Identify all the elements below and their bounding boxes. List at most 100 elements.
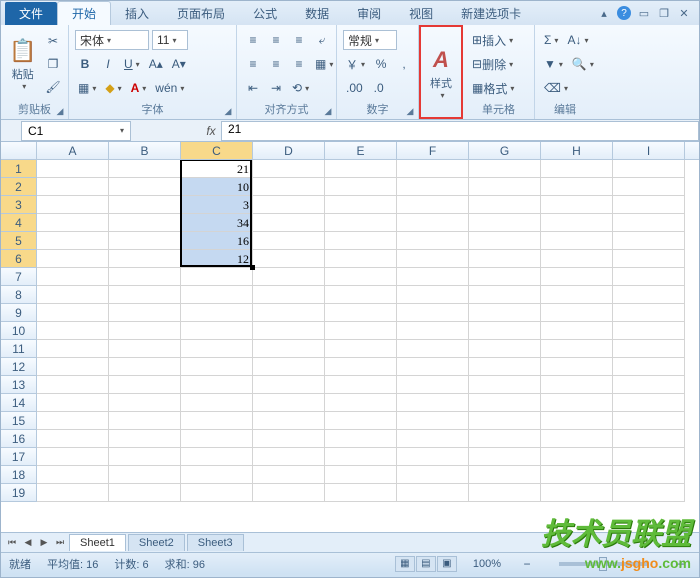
percent-button[interactable]: %: [371, 54, 391, 74]
cell[interactable]: [181, 448, 253, 466]
cell[interactable]: [613, 484, 685, 502]
name-box[interactable]: C1 ▾: [21, 121, 131, 141]
sheet-tab[interactable]: Sheet2: [128, 534, 185, 551]
format-painter-button[interactable]: 🖌: [42, 77, 63, 97]
fill-button[interactable]: ▼▾: [541, 54, 566, 74]
cell[interactable]: [541, 340, 613, 358]
cell[interactable]: [253, 196, 325, 214]
cell[interactable]: [181, 412, 253, 430]
cell[interactable]: [109, 304, 181, 322]
cell[interactable]: [397, 268, 469, 286]
cell[interactable]: [397, 394, 469, 412]
cell[interactable]: [469, 430, 541, 448]
cell[interactable]: [613, 160, 685, 178]
column-header[interactable]: D: [253, 142, 325, 159]
cell[interactable]: [541, 286, 613, 304]
cell[interactable]: [109, 322, 181, 340]
cell[interactable]: [541, 196, 613, 214]
row-header[interactable]: 11: [1, 340, 37, 358]
fx-icon[interactable]: fx: [201, 124, 221, 138]
cut-button[interactable]: ✂: [42, 31, 63, 51]
cell[interactable]: [613, 286, 685, 304]
cell[interactable]: [325, 196, 397, 214]
cell[interactable]: [37, 376, 109, 394]
cell[interactable]: [37, 358, 109, 376]
cell[interactable]: [109, 232, 181, 250]
row-header[interactable]: 15: [1, 412, 37, 430]
cell[interactable]: [613, 268, 685, 286]
row-header[interactable]: 14: [1, 394, 37, 412]
cell[interactable]: [37, 196, 109, 214]
column-header[interactable]: C: [181, 142, 253, 159]
comma-button[interactable]: ,: [394, 54, 414, 74]
cell[interactable]: [613, 214, 685, 232]
cell[interactable]: [541, 178, 613, 196]
cell[interactable]: [253, 340, 325, 358]
cell[interactable]: 12: [181, 250, 253, 268]
italic-button[interactable]: I: [98, 54, 118, 74]
cell[interactable]: [37, 340, 109, 358]
grow-font-button[interactable]: A▴: [146, 54, 166, 74]
cell[interactable]: [613, 322, 685, 340]
row-header[interactable]: 4: [1, 214, 37, 232]
border-button[interactable]: ▦▾: [75, 78, 99, 98]
cell[interactable]: [325, 178, 397, 196]
find-button[interactable]: 🔍▾: [569, 54, 597, 74]
cell[interactable]: [37, 322, 109, 340]
cell[interactable]: 16: [181, 232, 253, 250]
cell[interactable]: [109, 394, 181, 412]
cell[interactable]: [397, 232, 469, 250]
row-header[interactable]: 5: [1, 232, 37, 250]
cell[interactable]: [469, 250, 541, 268]
cell[interactable]: [397, 448, 469, 466]
cell[interactable]: [325, 214, 397, 232]
cell[interactable]: [37, 286, 109, 304]
row-header[interactable]: 1: [1, 160, 37, 178]
cell[interactable]: [613, 412, 685, 430]
cell[interactable]: [397, 286, 469, 304]
cell[interactable]: [109, 178, 181, 196]
cell[interactable]: [109, 340, 181, 358]
cell[interactable]: [253, 268, 325, 286]
cell[interactable]: [613, 178, 685, 196]
cell[interactable]: [37, 160, 109, 178]
cell[interactable]: [109, 160, 181, 178]
cell[interactable]: [613, 448, 685, 466]
cell[interactable]: [325, 268, 397, 286]
cell[interactable]: [469, 160, 541, 178]
tab-view[interactable]: 视图: [395, 2, 447, 25]
cell[interactable]: [541, 466, 613, 484]
row-header[interactable]: 19: [1, 484, 37, 502]
cell[interactable]: 34: [181, 214, 253, 232]
cell[interactable]: [37, 430, 109, 448]
cell[interactable]: [469, 358, 541, 376]
font-name-combo[interactable]: 宋体▾: [75, 30, 149, 50]
cell[interactable]: [613, 358, 685, 376]
delete-cells-button[interactable]: ⊟ 删除▾: [469, 54, 516, 74]
cell[interactable]: [253, 466, 325, 484]
cell[interactable]: [469, 376, 541, 394]
cell[interactable]: [613, 466, 685, 484]
cell[interactable]: [541, 394, 613, 412]
dialog-launcher-icon[interactable]: ◢: [54, 105, 66, 117]
cell[interactable]: [397, 484, 469, 502]
cell[interactable]: [397, 412, 469, 430]
cell[interactable]: [469, 214, 541, 232]
cell[interactable]: [325, 286, 397, 304]
cell[interactable]: [325, 160, 397, 178]
cell[interactable]: [181, 304, 253, 322]
cell[interactable]: [397, 322, 469, 340]
cell[interactable]: [613, 376, 685, 394]
paste-button[interactable]: 📋 粘贴 ▾: [7, 29, 38, 99]
cell[interactable]: [397, 160, 469, 178]
cell[interactable]: [613, 304, 685, 322]
increase-decimal-button[interactable]: .00: [343, 78, 366, 98]
cell[interactable]: [613, 250, 685, 268]
column-header[interactable]: F: [397, 142, 469, 159]
cell[interactable]: [253, 484, 325, 502]
cell[interactable]: [37, 448, 109, 466]
cell[interactable]: [325, 376, 397, 394]
cell[interactable]: [325, 412, 397, 430]
zoom-slider[interactable]: [559, 562, 649, 566]
cell[interactable]: [325, 394, 397, 412]
